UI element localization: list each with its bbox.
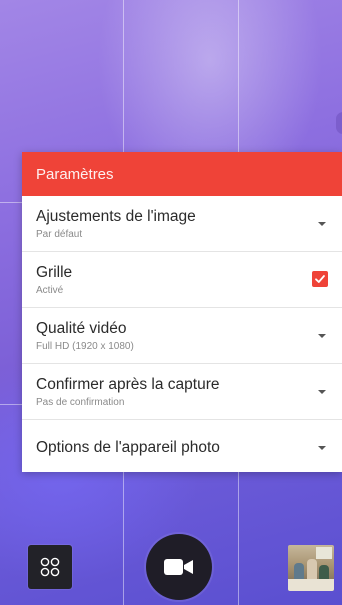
record-button[interactable]	[146, 534, 212, 600]
settings-title: Paramètres	[36, 165, 114, 183]
setting-title: Confirmer après la capture	[36, 376, 220, 393]
settings-header: Paramètres	[22, 152, 342, 196]
grid-checkbox[interactable]	[312, 271, 328, 287]
setting-value: Pas de confirmation	[36, 397, 125, 408]
setting-title: Grille	[36, 264, 73, 281]
dropdown-arrow-icon[interactable]	[318, 222, 326, 226]
dropdown-arrow-icon[interactable]	[318, 446, 326, 450]
dropdown-arrow-icon[interactable]	[318, 334, 326, 338]
setting-value: Activé	[36, 285, 64, 296]
mode-switch-button[interactable]	[28, 545, 72, 589]
setting-title: Options de l'appareil photo	[36, 439, 220, 456]
setting-grid[interactable]: Grille Activé	[22, 252, 342, 308]
setting-video-quality[interactable]: Qualité vidéo Full HD (1920 x 1080)	[22, 308, 342, 364]
settings-panel: Paramètres Ajustements de l'image Par dé…	[22, 152, 342, 472]
camera-viewfinder[interactable]: Paramètres Ajustements de l'image Par dé…	[0, 0, 342, 605]
video-camera-icon	[164, 559, 193, 575]
setting-camera-options[interactable]: Options de l'appareil photo	[22, 420, 342, 476]
dropdown-arrow-icon[interactable]	[318, 390, 326, 394]
grid-four-circles-icon	[40, 557, 60, 577]
gallery-thumbnail[interactable]	[288, 545, 334, 591]
setting-title: Qualité vidéo	[36, 320, 127, 337]
setting-value: Full HD (1920 x 1080)	[36, 341, 134, 352]
checkmark-icon	[315, 275, 325, 283]
setting-value: Par défaut	[36, 229, 83, 240]
setting-image-adjustments[interactable]: Ajustements de l'image Par défaut	[22, 196, 342, 252]
side-handle[interactable]	[336, 112, 342, 134]
setting-confirm-after-capture[interactable]: Confirmer après la capture Pas de confir…	[22, 364, 342, 420]
setting-title: Ajustements de l'image	[36, 208, 196, 225]
